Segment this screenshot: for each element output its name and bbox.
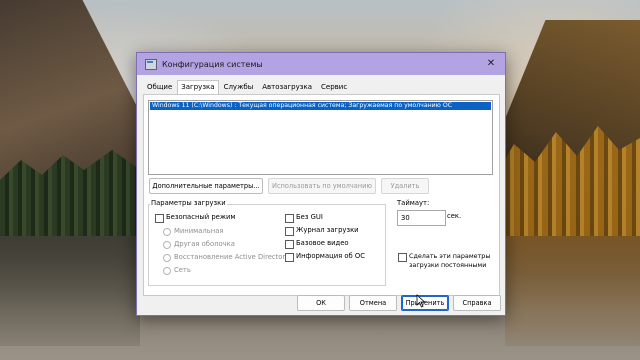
safe-boot-checkbox[interactable]	[155, 214, 164, 223]
cancel-button[interactable]: Отмена	[349, 295, 397, 311]
no-gui-checkbox[interactable]	[285, 214, 294, 223]
safe-boot-label: Безопасный режим	[166, 213, 236, 221]
mouse-pointer-icon	[416, 294, 426, 308]
alt-shell-radio[interactable]	[163, 241, 171, 249]
set-default-button[interactable]: Использовать по умолчанию	[268, 178, 376, 194]
boot-log-label: Журнал загрузки	[296, 226, 359, 234]
boot-options-title: Параметры загрузки	[150, 199, 227, 207]
make-permanent-checkbox[interactable]	[398, 253, 407, 262]
os-info-label: Информация об ОС	[296, 252, 366, 260]
network-radio[interactable]	[163, 267, 171, 275]
base-video-label: Базовое видео	[296, 239, 349, 247]
forest-left	[0, 150, 140, 250]
tab-general[interactable]: Общие	[143, 80, 176, 94]
tab-tools[interactable]: Сервис	[317, 80, 351, 94]
network-label: Сеть	[174, 266, 191, 274]
window-title: Конфигурация системы	[162, 59, 263, 69]
timeout-label: Таймаут:	[397, 199, 430, 207]
system-config-icon	[145, 58, 157, 70]
alt-shell-label: Другая оболочка	[174, 240, 235, 248]
tab-strip: Общие Загрузка Службы Автозагрузка Серви…	[143, 80, 352, 95]
boot-os-list[interactable]: Windows 11 (C:\Windows) : Текущая операц…	[148, 100, 493, 175]
help-button[interactable]: Справка	[453, 295, 501, 311]
lake-reflection-left	[0, 236, 140, 346]
timeout-input[interactable]	[397, 210, 446, 226]
ad-repair-label: Восстановление Active Directory	[174, 253, 290, 261]
minimal-radio[interactable]	[163, 228, 171, 236]
boot-os-item[interactable]: Windows 11 (C:\Windows) : Текущая операц…	[150, 102, 491, 110]
tab-startup[interactable]: Автозагрузка	[258, 80, 316, 94]
tab-boot[interactable]: Загрузка	[177, 80, 219, 95]
boot-log-checkbox[interactable]	[285, 227, 294, 236]
delete-button[interactable]: Удалить	[381, 178, 429, 194]
close-icon[interactable]: ✕	[485, 58, 497, 70]
title-bar[interactable]: Конфигурация системы ✕	[137, 53, 505, 75]
tab-services[interactable]: Службы	[220, 80, 258, 94]
os-info-checkbox[interactable]	[285, 253, 294, 262]
no-gui-label: Без GUI	[296, 213, 323, 221]
minimal-label: Минимальная	[174, 227, 224, 235]
base-video-checkbox[interactable]	[285, 240, 294, 249]
make-permanent-label-line2: загрузки постоянными	[409, 261, 487, 269]
ad-repair-radio[interactable]	[163, 254, 171, 262]
advanced-options-button[interactable]: Дополнительные параметры...	[149, 178, 263, 194]
lake-reflection-right	[505, 236, 640, 346]
make-permanent-label-line1: Сделать эти параметры	[409, 252, 491, 260]
timeout-unit: сек.	[447, 212, 462, 220]
system-config-window: Конфигурация системы ✕ Общие Загрузка Сл…	[136, 52, 506, 316]
ok-button[interactable]: ОК	[297, 295, 345, 311]
